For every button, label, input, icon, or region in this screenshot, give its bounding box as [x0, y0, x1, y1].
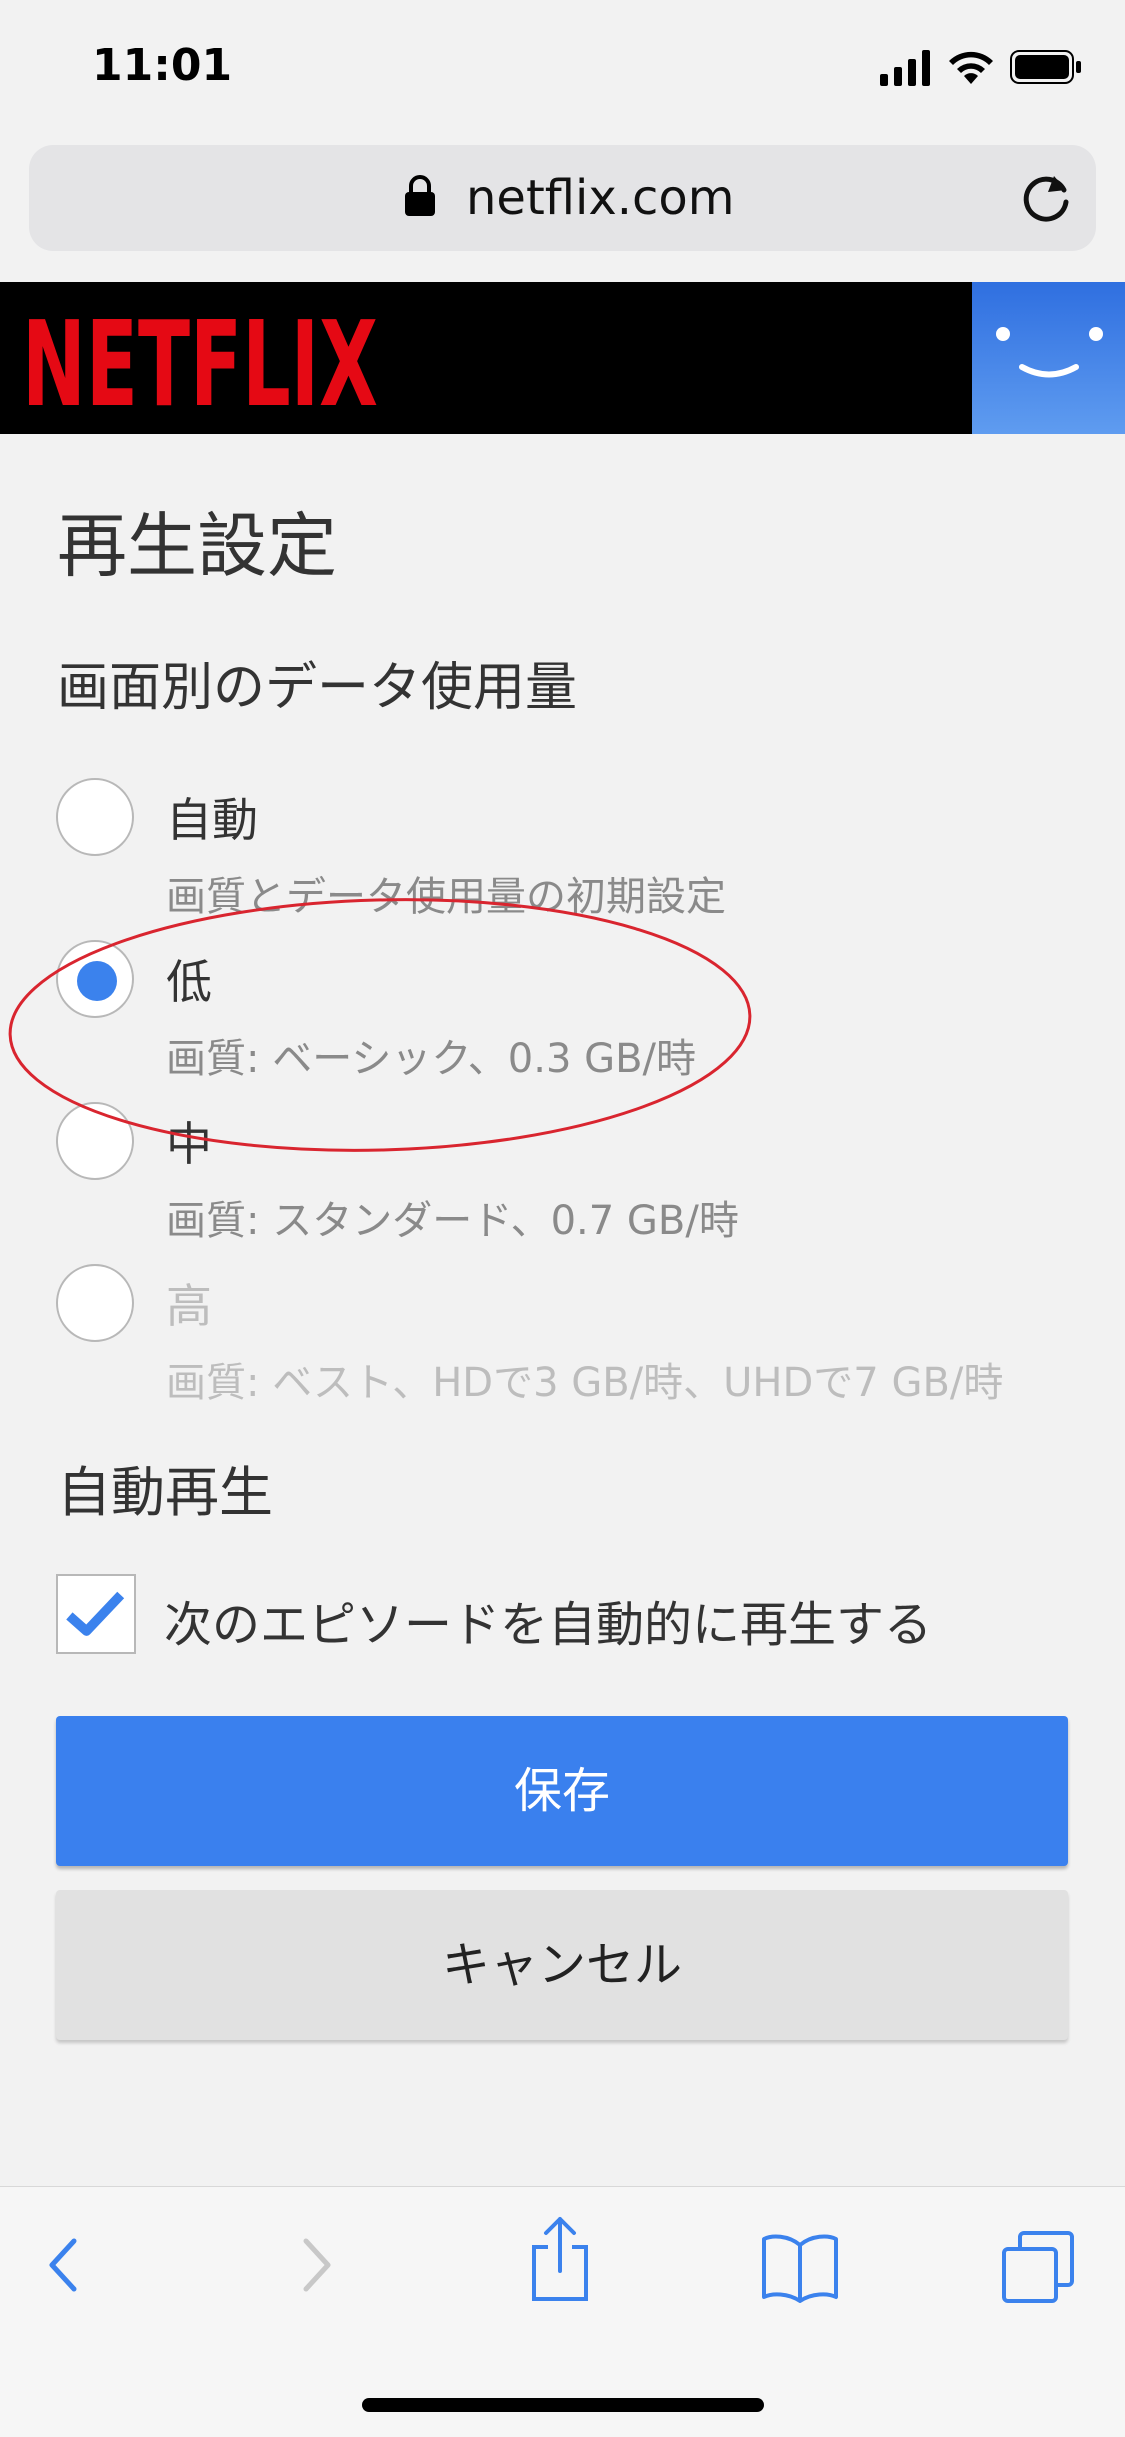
cancel-button[interactable]: キャンセル	[56, 1890, 1068, 2040]
autoplay-checkbox[interactable]	[56, 1574, 136, 1654]
checkmark-icon	[66, 1591, 125, 1636]
save-button-label: 保存	[513, 1763, 610, 1819]
wifi-icon	[949, 51, 993, 84]
back-icon[interactable]	[44, 2235, 84, 2295]
status-time: 11:01	[92, 40, 233, 91]
svg-text:NETFLIX: NETFLIX	[22, 300, 378, 420]
autoplay-label[interactable]: 次のエピソードを自動的に再生する	[164, 1585, 932, 1655]
cellular-signal-icon	[880, 50, 930, 86]
option-high-label: 高	[166, 1279, 212, 1333]
profile-avatar[interactable]	[972, 282, 1125, 434]
radio-auto[interactable]	[56, 778, 134, 856]
radio-high	[56, 1264, 134, 1342]
tabs-icon[interactable]	[1000, 2229, 1076, 2305]
netflix-logo[interactable]: NETFLIX	[22, 300, 382, 420]
reload-icon[interactable]	[1018, 168, 1076, 226]
highlight-ellipse	[8, 898, 752, 1152]
url-text[interactable]: netflix.com	[466, 170, 735, 226]
battery-icon	[1010, 50, 1081, 84]
lock-icon	[405, 175, 435, 216]
save-button[interactable]: 保存	[56, 1716, 1068, 1866]
bookmarks-icon[interactable]	[760, 2231, 840, 2303]
autoplay-heading: 自動再生	[57, 1461, 273, 1524]
forward-icon	[303, 2238, 331, 2292]
option-medium-description: 画質: スタンダード、0.7 GB/時	[166, 1198, 739, 1244]
option-high-description: 画質: ベスト、HDで3 GB/時、UHDで7 GB/時	[166, 1360, 1004, 1406]
home-indicator	[362, 2398, 764, 2412]
share-icon[interactable]	[528, 2213, 592, 2303]
option-auto-label: 自動	[166, 793, 258, 847]
data-usage-heading: 画面別のデータ使用量	[57, 658, 578, 718]
cancel-button-label: キャンセル	[441, 1937, 682, 1993]
page-title: 再生設定	[57, 505, 337, 587]
